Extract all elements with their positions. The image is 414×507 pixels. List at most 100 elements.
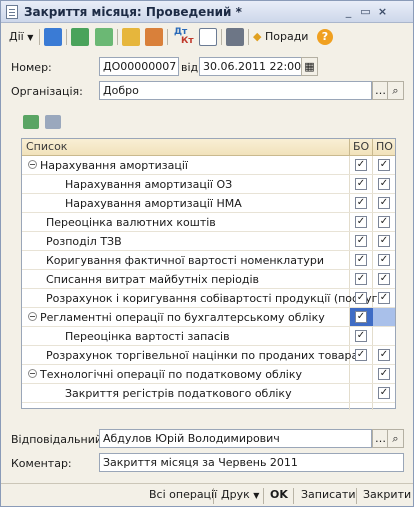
column-separator bbox=[372, 139, 373, 156]
column-header-bo[interactable]: БО bbox=[353, 139, 369, 156]
row-label: Списання витрат майбутніх періодів bbox=[46, 273, 259, 286]
collapse-icon[interactable] bbox=[28, 369, 37, 378]
post-to-register-icon[interactable] bbox=[44, 28, 62, 46]
actions-label: Дії bbox=[9, 30, 24, 43]
close-button[interactable]: Закрити bbox=[363, 488, 411, 502]
organization-label: Організація: bbox=[11, 85, 83, 98]
minimize-button[interactable]: _ bbox=[341, 5, 356, 19]
responsible-field[interactable]: Абдулов Юрій Володимирович bbox=[99, 429, 372, 448]
bo-checkbox[interactable]: ✓ bbox=[355, 292, 367, 304]
bo-checkbox[interactable]: ✓ bbox=[355, 273, 367, 285]
search-icon[interactable]: ⌕ bbox=[387, 81, 404, 100]
row-label: Розподіл ТЗВ bbox=[46, 235, 122, 248]
table-row[interactable]: Переоцінка валютних коштів ✓ ✓ bbox=[22, 213, 395, 232]
move-to-folder-icon[interactable] bbox=[122, 28, 140, 46]
po-checkbox[interactable]: ✓ bbox=[378, 178, 390, 190]
table-row[interactable]: Розрахунок і коригування собівартості пр… bbox=[22, 289, 395, 308]
bo-checkbox[interactable]: ✓ bbox=[355, 159, 367, 171]
date-field[interactable]: 30.06.2011 22:00:00 bbox=[199, 57, 305, 76]
bo-checkbox[interactable]: ✓ bbox=[355, 349, 367, 361]
dropdown-arrow-icon: ▼ bbox=[253, 491, 260, 500]
table-row[interactable]: Нарахування амортизації НМА ✓ ✓ bbox=[22, 194, 395, 213]
toolbar-separator bbox=[39, 29, 40, 45]
po-checkbox[interactable]: ✓ bbox=[378, 197, 390, 209]
close-window-button[interactable]: × bbox=[375, 5, 390, 19]
table-row[interactable]: Розподіл ТЗВ ✓ ✓ bbox=[22, 232, 395, 251]
toolbar-separator bbox=[117, 29, 118, 45]
selected-row-highlight bbox=[373, 308, 395, 326]
table-header: Список БО ПО bbox=[22, 139, 395, 156]
table-row[interactable]: Нарахування амортизації ✓ ✓ bbox=[22, 156, 395, 175]
search-icon[interactable]: ⌕ bbox=[387, 429, 404, 448]
check-all-icon[interactable] bbox=[23, 115, 39, 129]
po-checkbox[interactable]: ✓ bbox=[378, 254, 390, 266]
comment-field[interactable]: Закриття місяця за Червень 2011 bbox=[99, 453, 404, 472]
bo-checkbox[interactable]: ✓ bbox=[355, 254, 367, 266]
lightbulb-icon: ◆ bbox=[253, 30, 262, 43]
bo-checkbox[interactable]: ✓ bbox=[355, 311, 367, 323]
all-operations-button[interactable]: Всі операції bbox=[149, 488, 217, 502]
table-row[interactable]: Нарахування амортизації ОЗ ✓ ✓ bbox=[22, 175, 395, 194]
row-label: Нарахування амортизації ОЗ bbox=[65, 178, 233, 191]
history-icon[interactable] bbox=[145, 28, 163, 46]
bo-checkbox[interactable]: ✓ bbox=[355, 178, 367, 190]
bo-checkbox[interactable]: ✓ bbox=[355, 330, 367, 342]
table-row[interactable]: Списання витрат майбутніх періодів ✓ ✓ bbox=[22, 270, 395, 289]
row-label: Переоцінка валютних коштів bbox=[46, 216, 216, 229]
toolbar-separator bbox=[356, 488, 357, 504]
po-checkbox[interactable]: ✓ bbox=[378, 349, 390, 361]
operations-table: Список БО ПО Нарахування амортизації ✓ ✓ На… bbox=[21, 138, 396, 410]
structure-icon[interactable] bbox=[226, 28, 244, 46]
toolbar-separator bbox=[221, 29, 222, 45]
dropdown-arrow-icon: ▼ bbox=[27, 33, 34, 42]
po-checkbox[interactable]: ✓ bbox=[378, 216, 390, 228]
row-label: Переоцінка вартості запасів bbox=[65, 330, 230, 343]
bo-checkbox[interactable]: ✓ bbox=[355, 216, 367, 228]
table-row[interactable]: Закриття регістрів податкового обліку ✓ bbox=[22, 384, 395, 403]
kt-label: Кт bbox=[181, 36, 194, 46]
ok-button[interactable]: OK bbox=[270, 488, 288, 502]
toolbar-separator bbox=[263, 488, 264, 504]
collapse-icon[interactable] bbox=[28, 312, 37, 321]
po-checkbox[interactable]: ✓ bbox=[378, 387, 390, 399]
bo-checkbox[interactable]: ✓ bbox=[355, 235, 367, 247]
table-row[interactable]: Регламентні операції по бухгалтерському … bbox=[22, 308, 395, 327]
comment-label: Коментар: bbox=[11, 457, 72, 470]
po-checkbox[interactable]: ✓ bbox=[378, 368, 390, 380]
table-row[interactable]: Переоцінка вартості запасів ✓ bbox=[22, 327, 395, 346]
write-button[interactable]: Записати bbox=[301, 488, 355, 502]
help-icon[interactable]: ? bbox=[317, 29, 333, 45]
uncheck-all-icon[interactable] bbox=[45, 115, 61, 129]
toolbar-separator bbox=[293, 488, 294, 504]
table-row[interactable]: Розрахунок торгівельної націнки по прода… bbox=[22, 346, 395, 365]
calendar-icon[interactable]: ▦ bbox=[301, 57, 318, 76]
refresh-icon[interactable] bbox=[71, 28, 89, 46]
row-label: Розрахунок і коригування собівартості пр… bbox=[46, 292, 382, 305]
copy-document-icon[interactable] bbox=[95, 28, 113, 46]
actions-menu[interactable]: Дії ▼ bbox=[9, 28, 33, 46]
row-label: Закриття регістрів податкового обліку bbox=[65, 387, 292, 400]
po-checkbox[interactable]: ✓ bbox=[378, 235, 390, 247]
restore-button[interactable]: ▭ bbox=[358, 5, 373, 19]
dtkt-button[interactable]: Дт Кт bbox=[174, 28, 194, 46]
window-title: Закриття місяця: Проведений * bbox=[24, 5, 242, 19]
column-header-list[interactable]: Список bbox=[26, 139, 67, 156]
organization-field[interactable]: Добро bbox=[99, 81, 372, 100]
tips-button[interactable]: ◆ Поради bbox=[253, 28, 308, 46]
po-checkbox[interactable]: ✓ bbox=[378, 273, 390, 285]
document-window: Закриття місяця: Проведений * _ ▭ × Дії … bbox=[0, 0, 414, 507]
number-field[interactable]: ДО00000007 bbox=[99, 57, 179, 76]
report-icon[interactable] bbox=[199, 28, 217, 46]
document-icon bbox=[6, 5, 18, 19]
bo-checkbox[interactable]: ✓ bbox=[355, 197, 367, 209]
collapse-icon[interactable] bbox=[28, 160, 37, 169]
row-label: Технологічні операції по податковому обл… bbox=[40, 368, 303, 381]
table-row[interactable]: Коригування фактичної вартості номенклат… bbox=[22, 251, 395, 270]
po-checkbox[interactable]: ✓ bbox=[378, 292, 390, 304]
po-checkbox[interactable]: ✓ bbox=[378, 159, 390, 171]
print-button[interactable]: Друк ▼ bbox=[221, 488, 259, 503]
table-row[interactable]: Технологічні операції по податковому обл… bbox=[22, 365, 395, 384]
column-header-po[interactable]: ПО bbox=[376, 139, 393, 156]
responsible-label: Відповідальний: bbox=[11, 433, 106, 446]
row-label: Коригування фактичної вартості номенклат… bbox=[46, 254, 324, 267]
